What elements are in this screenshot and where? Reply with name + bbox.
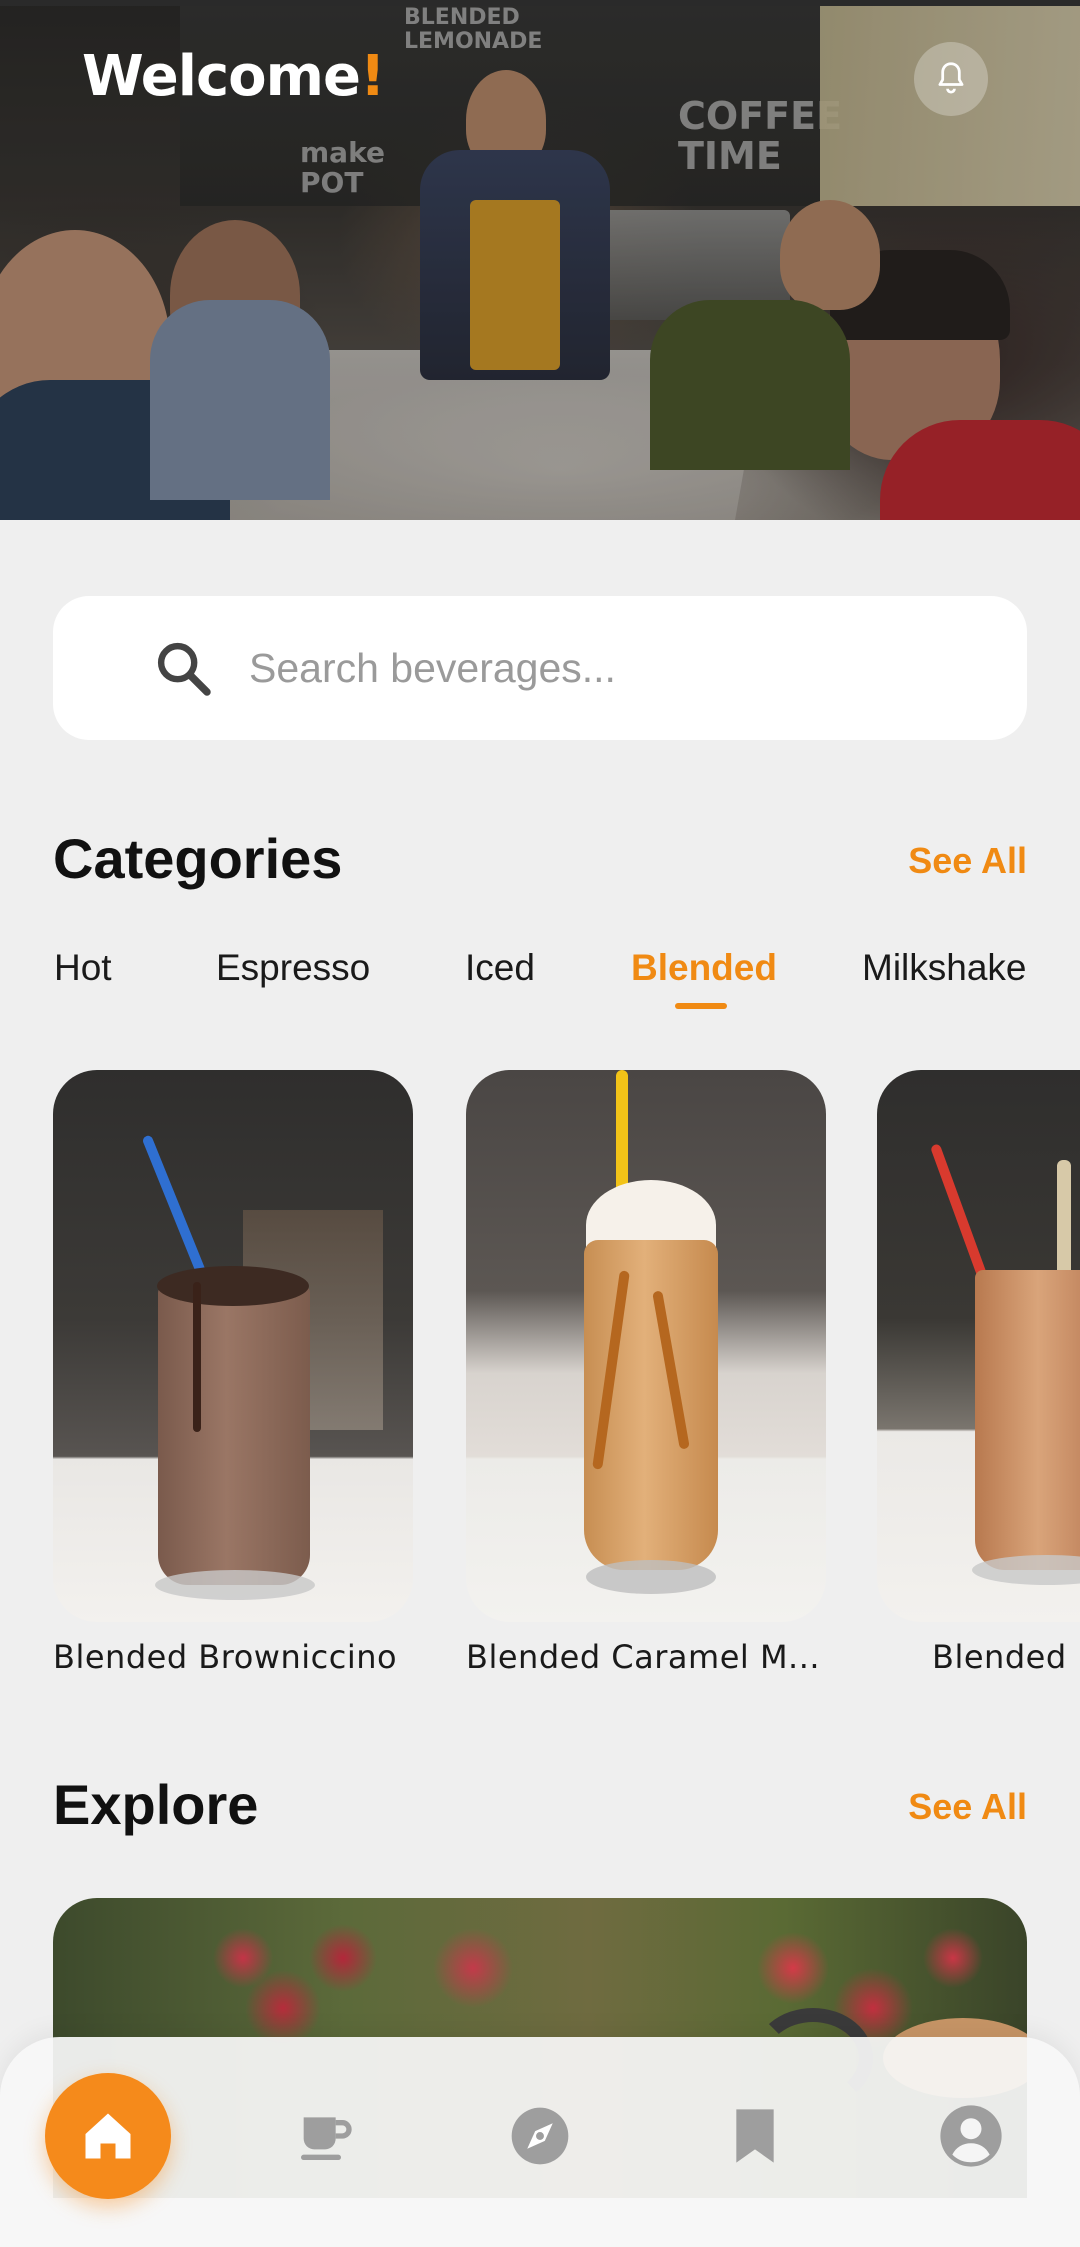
product-card-caramel[interactable]: Blended Caramel M... bbox=[466, 1070, 826, 1676]
nav-menu[interactable] bbox=[262, 2073, 388, 2199]
product-name-blended-3: Blended bbox=[932, 1638, 1067, 1676]
explore-see-all-link[interactable]: See All bbox=[908, 1786, 1027, 1828]
bell-icon bbox=[938, 62, 964, 94]
tab-espresso[interactable]: Espresso bbox=[216, 947, 370, 989]
nav-saved[interactable] bbox=[692, 2073, 818, 2199]
tab-iced[interactable]: Iced bbox=[465, 947, 535, 989]
search-input[interactable] bbox=[249, 636, 989, 700]
nav-explore[interactable] bbox=[477, 2073, 603, 2199]
bookmark-icon bbox=[736, 2109, 774, 2163]
nav-profile[interactable] bbox=[908, 2073, 1034, 2199]
product-name-browniccino: Blended Browniccino bbox=[53, 1638, 398, 1676]
bottom-navigation bbox=[0, 2037, 1080, 2247]
welcome-exclamation: ! bbox=[359, 44, 386, 109]
welcome-text: Welcome bbox=[82, 44, 361, 109]
product-card-blended-3[interactable]: Blended bbox=[877, 1070, 1080, 1676]
product-name-caramel: Blended Caramel M... bbox=[466, 1638, 821, 1676]
welcome-title: Welcome! bbox=[82, 44, 385, 109]
product-image-caramel bbox=[466, 1070, 826, 1622]
compass-icon bbox=[511, 2107, 569, 2165]
product-card-browniccino[interactable]: Blended Browniccino bbox=[53, 1070, 413, 1676]
explore-title: Explore bbox=[53, 1773, 259, 1836]
tab-blended[interactable]: Blended bbox=[631, 947, 777, 989]
status-bar-strip bbox=[0, 0, 1080, 6]
tab-milkshake[interactable]: Milkshake bbox=[862, 947, 1027, 989]
coffee-cup-icon bbox=[301, 2117, 352, 2160]
home-icon bbox=[85, 2113, 131, 2159]
product-image-blended-3 bbox=[877, 1070, 1080, 1622]
notifications-button[interactable] bbox=[914, 42, 988, 116]
active-tab-indicator bbox=[675, 1003, 727, 1009]
search-bar[interactable] bbox=[53, 596, 1027, 740]
tab-hot[interactable]: Hot bbox=[54, 947, 112, 989]
product-image-browniccino bbox=[53, 1070, 413, 1622]
search-icon bbox=[157, 642, 211, 696]
categories-title: Categories bbox=[53, 827, 343, 890]
nav-home[interactable] bbox=[45, 2073, 171, 2199]
profile-icon bbox=[940, 2105, 1002, 2167]
categories-see-all-link[interactable]: See All bbox=[908, 840, 1027, 882]
